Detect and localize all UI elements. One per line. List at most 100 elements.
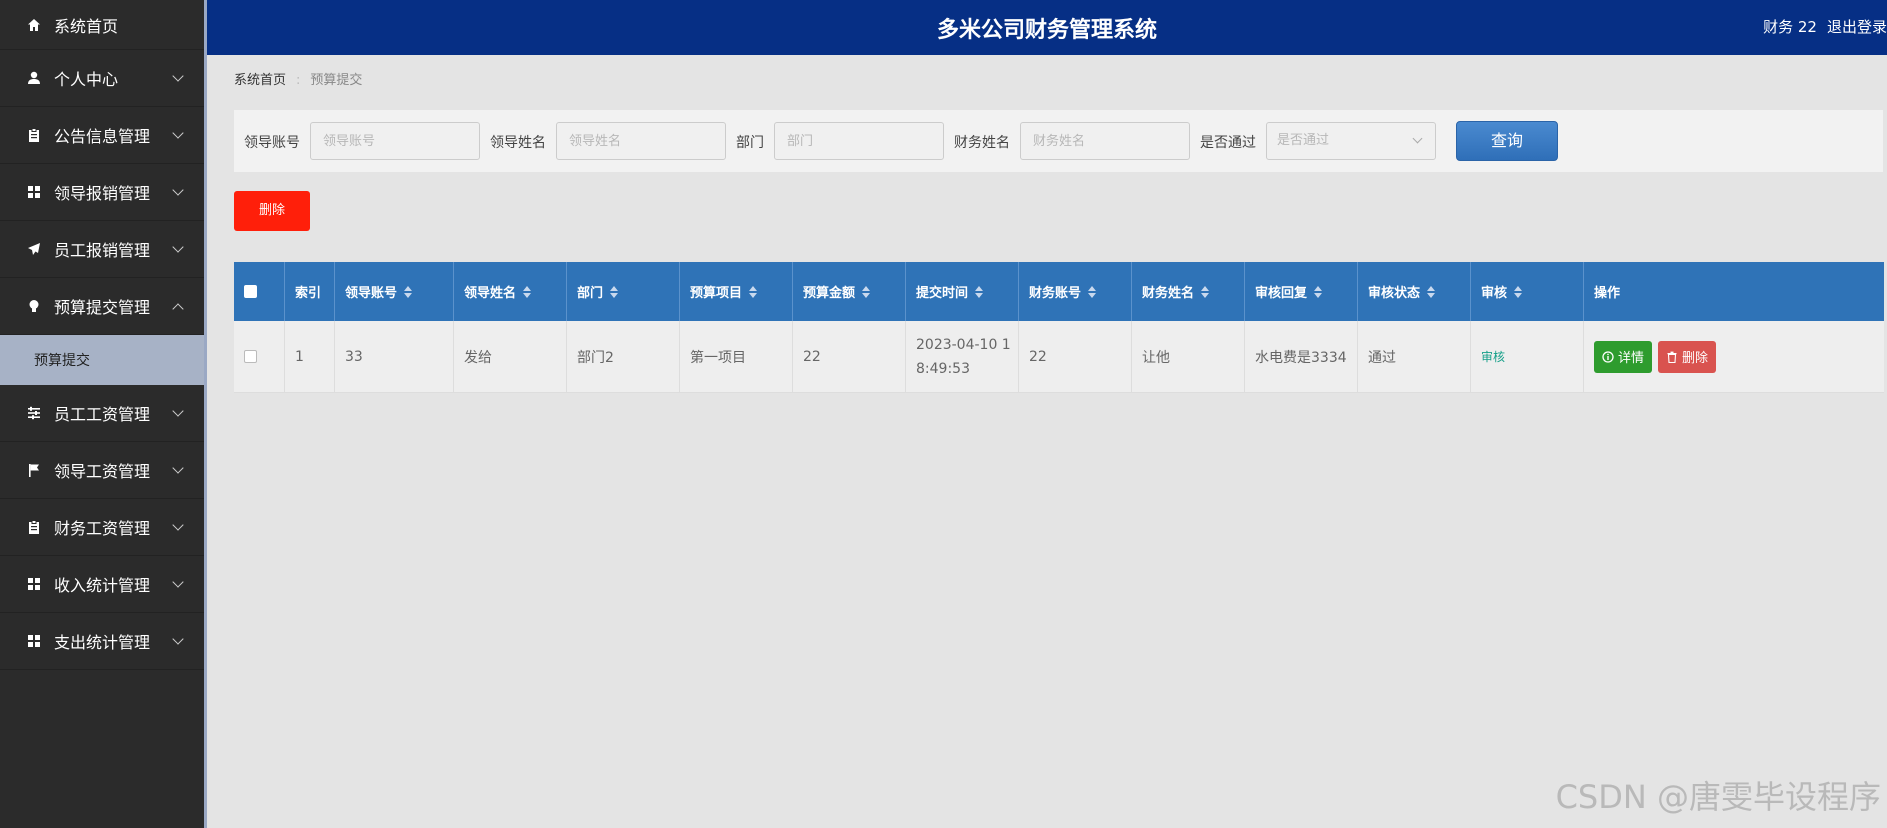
grid-icon [26,633,42,649]
column-header[interactable]: 预算项目 [680,262,793,321]
column-header[interactable]: 财务姓名 [1132,262,1245,321]
sidebar-subitem-budget-submit[interactable]: 预算提交 [0,335,204,385]
column-header[interactable]: 审核 [1471,262,1584,321]
paper-plane-icon [26,241,42,257]
chevron-down-icon [172,184,184,196]
sort-icon[interactable] [1514,285,1523,298]
submit-time-line1: 2023-04-10 1 [916,336,1011,353]
cell-department: 部门2 [567,321,680,392]
approved-select-value: 是否通过 [1277,133,1330,148]
column-header: 操作 [1584,262,1884,321]
breadcrumb-home[interactable]: 系统首页 [234,73,286,88]
sort-icon[interactable] [523,285,532,298]
user-area: 财务 22 退出登录 [1763,16,1887,37]
column-header-label: 审核 [1481,286,1508,301]
sidebar-item-label: 员工报销管理 [54,241,151,260]
leader-name-label: 领导姓名 [490,135,546,151]
sort-icon[interactable] [1201,285,1210,298]
chevron-down-icon [172,405,184,417]
finance-name-label: 财务姓名 [954,135,1010,151]
column-header[interactable]: 领导姓名 [454,262,567,321]
sidebar: 系统首页 个人中心 公告信息管理 领导报销管理 员工报销管理 预算提交管理 预算… [0,0,204,828]
budget-table: 索引 领导账号 领导姓名 部门 预算项目 预算金额 提交时间 财务账号 财务姓名… [234,262,1884,393]
sidebar-item-expense-stats[interactable]: 支出统计管理 [0,613,204,670]
sidebar-item-label: 财务工资管理 [54,519,151,538]
breadcrumb-separator: : [296,73,301,88]
sidebar-item-announcements[interactable]: 公告信息管理 [0,107,204,164]
cell-submit-time: 2023-04-10 1 8:49:53 [906,321,1019,392]
sort-icon[interactable] [975,285,984,298]
sort-icon[interactable] [749,285,758,298]
column-header[interactable]: 预算金额 [793,262,906,321]
sidebar-item-label: 预算提交管理 [54,298,151,317]
column-header[interactable]: 审核状态 [1358,262,1471,321]
cell-reply: 水电费是3334 [1245,321,1358,392]
sidebar-item-employee-salary[interactable]: 员工工资管理 [0,385,204,442]
submit-time-line2: 8:49:53 [916,360,970,377]
grid-icon [26,184,42,200]
leader-account-input[interactable] [310,122,480,160]
sidebar-item-finance-salary[interactable]: 财务工资管理 [0,499,204,556]
sidebar-divider [204,0,207,828]
column-header-label: 预算项目 [690,286,743,301]
column-header[interactable]: 部门 [567,262,680,321]
row-checkbox[interactable] [244,350,257,363]
sort-icon[interactable] [862,285,871,298]
cell-leader-account: 33 [335,321,454,392]
finance-name-input[interactable] [1020,122,1190,160]
sort-icon[interactable] [1427,285,1436,298]
current-user: 财务 22 [1763,18,1817,36]
header-select-all-cell [234,262,285,321]
sort-icon[interactable] [1088,285,1097,298]
select-all-checkbox[interactable] [244,285,257,298]
sidebar-item-budget-submission[interactable]: 预算提交管理 [0,278,204,335]
watermark: CSDN @唐雯毕设程序 [1555,778,1881,816]
sidebar-item-label: 收入统计管理 [54,576,151,595]
column-header[interactable]: 财务账号 [1019,262,1132,321]
sidebar-item-income-stats[interactable]: 收入统计管理 [0,556,204,613]
chevron-down-icon [172,241,184,253]
sidebar-item-employee-reimbursement[interactable]: 员工报销管理 [0,221,204,278]
column-header-label: 财务账号 [1029,286,1082,301]
sidebar-item-label: 领导报销管理 [54,184,151,203]
audit-link[interactable]: 审核 [1481,348,1505,365]
column-header[interactable]: 审核回复 [1245,262,1358,321]
delete-button-label: 删除 [1682,351,1709,366]
department-input[interactable] [774,122,944,160]
sort-icon[interactable] [1314,285,1323,298]
row-delete-button[interactable]: 删除 [1658,340,1717,373]
chevron-down-icon [172,462,184,474]
sidebar-item-leader-reimbursement[interactable]: 领导报销管理 [0,164,204,221]
column-header-label: 部门 [577,286,604,301]
cell-project: 第一项目 [680,321,793,392]
sliders-icon [26,405,42,421]
home-icon [26,17,42,33]
user-icon [26,70,42,86]
sort-icon[interactable] [404,285,413,298]
column-header[interactable]: 领导账号 [335,262,454,321]
cell-status: 通过 [1358,321,1471,392]
column-header[interactable]: 提交时间 [906,262,1019,321]
chevron-down-icon [1412,133,1423,144]
app-title: 多米公司财务管理系统 [936,18,1157,43]
sidebar-item-personal-center[interactable]: 个人中心 [0,50,204,107]
column-header-label: 审核回复 [1255,286,1308,301]
sidebar-item-label: 公告信息管理 [54,127,151,146]
sort-icon[interactable] [610,285,619,298]
logout-link[interactable]: 退出登录 [1827,18,1887,36]
cell-audit: 审核 [1471,321,1584,392]
sidebar-item-home[interactable]: 系统首页 [0,0,204,50]
search-bar: 领导账号 领导姓名 部门 财务姓名 是否通过 是否通过 查询 [234,110,1883,172]
column-header-label: 财务姓名 [1142,286,1195,301]
detail-button-label: 详情 [1618,351,1645,366]
batch-delete-button[interactable]: 删除 [234,191,310,231]
query-button[interactable]: 查询 [1456,121,1558,161]
column-header-label: 领导姓名 [464,286,517,301]
sidebar-item-leader-salary[interactable]: 领导工资管理 [0,442,204,499]
detail-button[interactable]: 详情 [1594,340,1653,373]
leader-name-input[interactable] [556,122,726,160]
cell-finance-account: 22 [1019,321,1132,392]
flag-icon [26,462,42,478]
approved-select[interactable]: 是否通过 [1266,122,1436,160]
grid-icon [26,576,42,592]
